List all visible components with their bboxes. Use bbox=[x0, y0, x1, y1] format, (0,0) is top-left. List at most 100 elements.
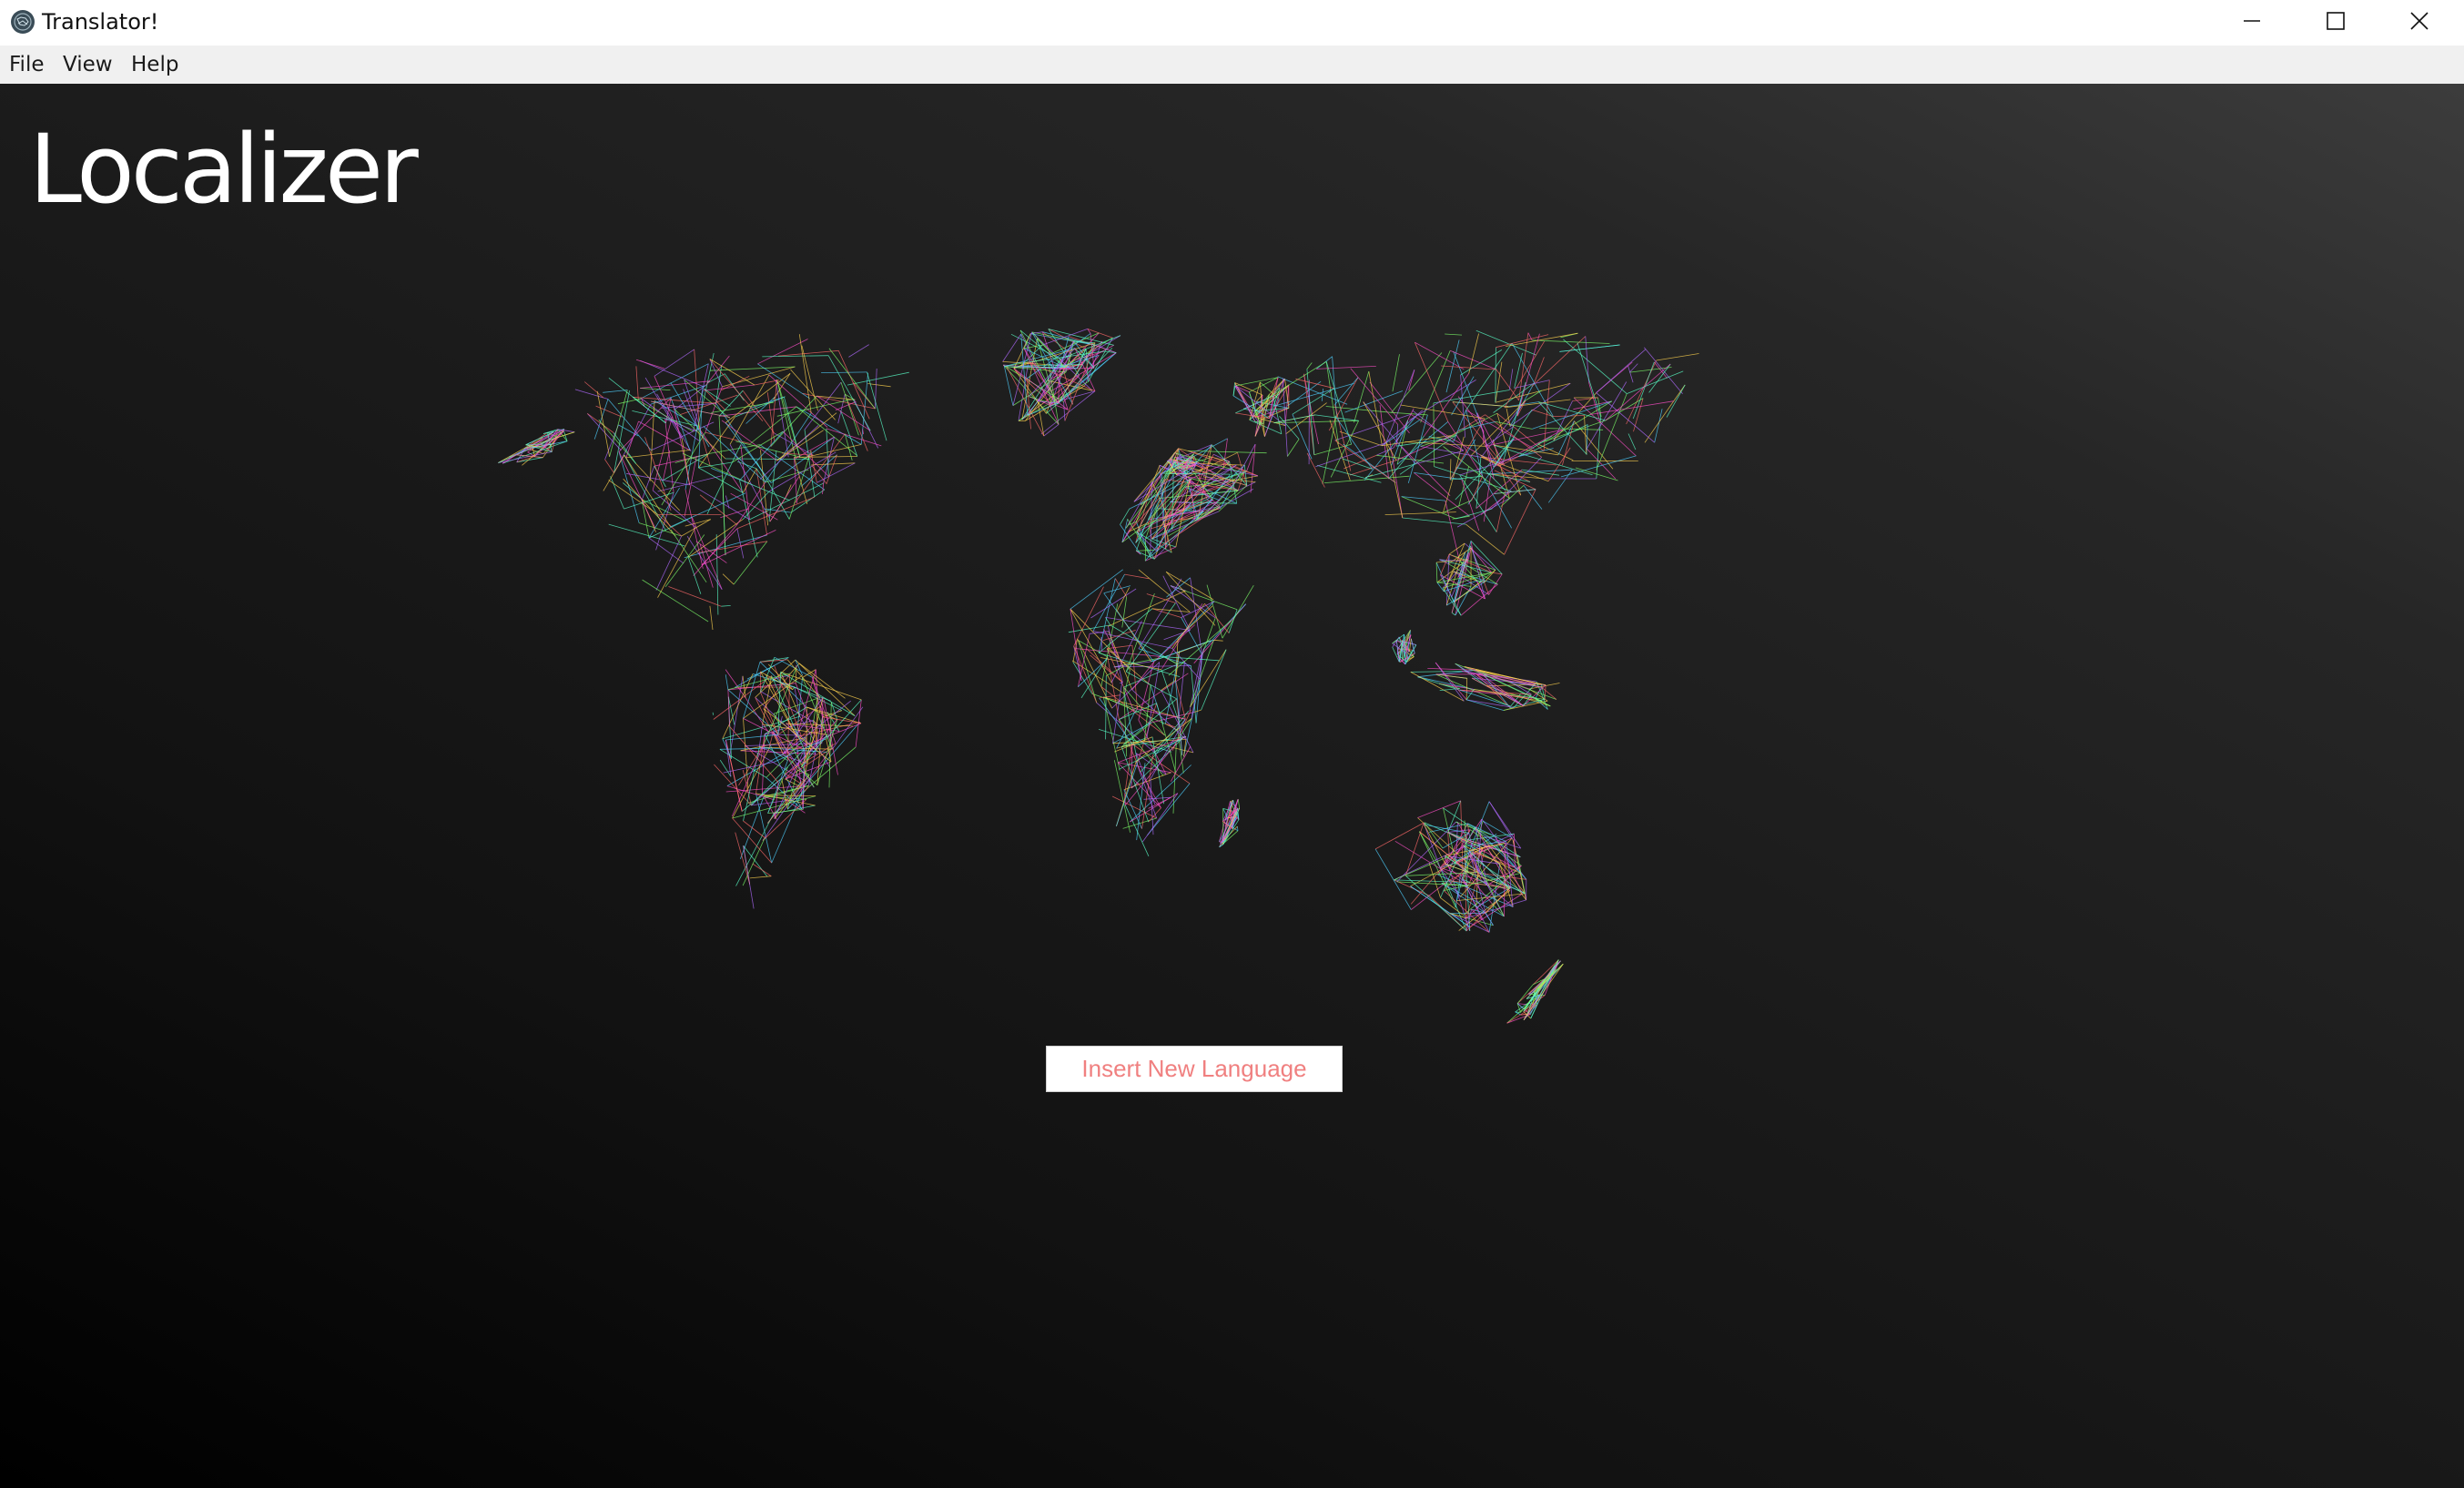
map-line bbox=[1162, 575, 1191, 631]
map-line bbox=[593, 399, 609, 440]
map-line bbox=[1508, 369, 1514, 390]
map-line bbox=[795, 659, 856, 716]
map-line bbox=[684, 519, 711, 527]
map-line bbox=[698, 467, 744, 493]
map-line bbox=[840, 381, 859, 436]
map-line bbox=[1004, 366, 1014, 406]
map-line bbox=[1125, 481, 1152, 529]
map-line bbox=[1537, 443, 1574, 461]
map-line bbox=[1030, 333, 1096, 346]
map-line bbox=[698, 428, 744, 493]
map-line bbox=[1424, 373, 1470, 437]
map-line bbox=[1121, 596, 1128, 628]
map-line bbox=[1306, 362, 1313, 369]
main-content: Localizer Insert New Language bbox=[0, 84, 2464, 1488]
map-line bbox=[1165, 571, 1214, 601]
map-line bbox=[604, 459, 614, 473]
map-line bbox=[1138, 569, 1191, 612]
title-bar[interactable]: Translator! bbox=[0, 0, 2464, 46]
map-line bbox=[821, 371, 867, 373]
maximize-button[interactable] bbox=[2294, 0, 2378, 42]
menu-help[interactable]: Help bbox=[127, 51, 182, 78]
map-line bbox=[640, 388, 671, 390]
map-line bbox=[1401, 496, 1445, 501]
map-line bbox=[1445, 501, 1460, 561]
map-line bbox=[1410, 671, 1463, 673]
menu-file[interactable]: File bbox=[5, 51, 48, 78]
map-line bbox=[1644, 384, 1686, 443]
map-line bbox=[1103, 585, 1131, 594]
map-line bbox=[1369, 381, 1410, 434]
map-line bbox=[1105, 617, 1111, 626]
map-line bbox=[1488, 573, 1503, 595]
app-icon bbox=[10, 9, 35, 35]
map-line bbox=[848, 344, 869, 358]
map-line bbox=[1417, 676, 1460, 691]
map-line bbox=[1627, 433, 1637, 450]
map-line bbox=[1325, 361, 1353, 445]
map-line bbox=[1201, 649, 1227, 711]
map-line bbox=[862, 429, 864, 435]
map-line bbox=[725, 674, 729, 690]
map-line bbox=[1103, 696, 1166, 724]
map-line bbox=[1273, 420, 1359, 423]
map-line bbox=[1420, 350, 1451, 423]
map-line bbox=[1282, 378, 1288, 457]
map-line bbox=[1120, 508, 1131, 525]
map-line bbox=[1495, 361, 1503, 403]
close-button[interactable] bbox=[2378, 0, 2461, 42]
map-line bbox=[1287, 439, 1300, 457]
map-line bbox=[1401, 496, 1456, 520]
map-line bbox=[1150, 511, 1204, 558]
map-line bbox=[719, 748, 767, 778]
map-line bbox=[662, 450, 671, 481]
map-line bbox=[1234, 377, 1279, 387]
map-line bbox=[1339, 430, 1383, 447]
map-line bbox=[1559, 344, 1620, 352]
map-line bbox=[1629, 363, 1638, 373]
map-line bbox=[1374, 848, 1412, 910]
map-line bbox=[1433, 402, 1435, 467]
map-line bbox=[1511, 342, 1554, 417]
map-line bbox=[682, 452, 753, 486]
map-line bbox=[1295, 378, 1334, 390]
map-line bbox=[718, 416, 724, 476]
map-line bbox=[1627, 365, 1634, 383]
map-line bbox=[1145, 546, 1176, 562]
map-line bbox=[767, 809, 804, 814]
map-line bbox=[608, 480, 659, 515]
map-line bbox=[1449, 459, 1452, 481]
map-line bbox=[729, 675, 744, 756]
map-line bbox=[624, 454, 671, 528]
map-line bbox=[1654, 409, 1663, 443]
map-line bbox=[1514, 834, 1516, 868]
map-line bbox=[711, 401, 774, 413]
map-line bbox=[712, 712, 714, 715]
map-line bbox=[635, 366, 639, 400]
map-line bbox=[1544, 684, 1546, 700]
map-line bbox=[1002, 333, 1022, 362]
menu-view[interactable]: View bbox=[59, 51, 117, 78]
map-line bbox=[1496, 334, 1549, 349]
map-line bbox=[1070, 569, 1123, 610]
map-line bbox=[1106, 648, 1151, 686]
map-line bbox=[763, 708, 798, 771]
map-line bbox=[732, 817, 773, 864]
map-line bbox=[1112, 681, 1123, 744]
minimize-button[interactable] bbox=[2210, 0, 2294, 42]
map-line bbox=[1270, 361, 1327, 398]
map-line bbox=[816, 716, 823, 785]
app-window: Translator! File View Help Localizer Ins… bbox=[0, 0, 2464, 1488]
map-line bbox=[670, 382, 710, 448]
insert-new-language-button[interactable]: Insert New Language bbox=[1046, 1046, 1343, 1092]
map-line bbox=[757, 339, 808, 365]
map-line bbox=[668, 586, 722, 607]
map-line bbox=[1222, 584, 1254, 639]
map-line bbox=[844, 394, 868, 451]
map-line bbox=[743, 674, 803, 719]
map-line bbox=[1391, 352, 1443, 413]
map-line bbox=[635, 359, 664, 369]
map-line bbox=[1415, 341, 1465, 370]
map-line bbox=[1451, 612, 1456, 616]
map-line bbox=[1400, 404, 1485, 420]
